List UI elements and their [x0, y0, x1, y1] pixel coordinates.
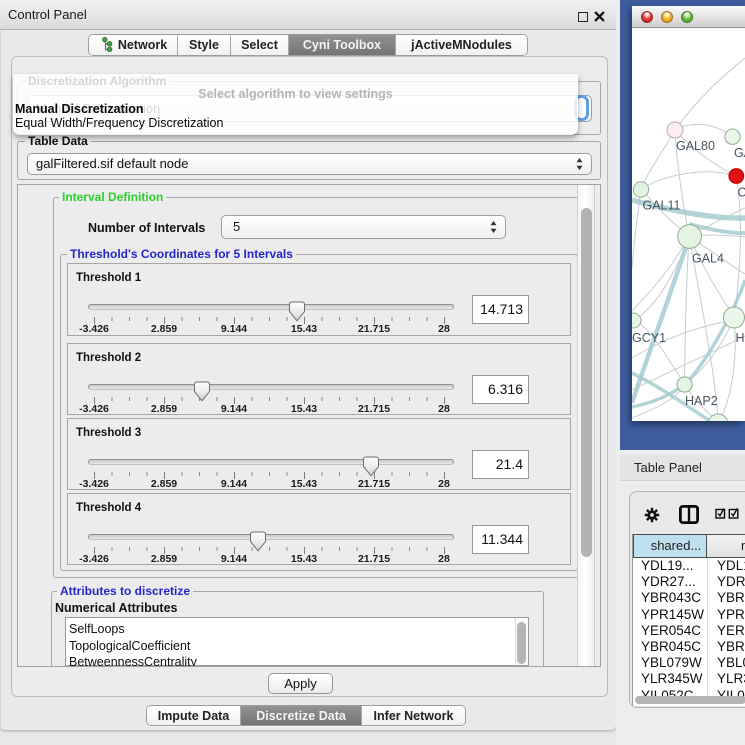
svg-text:GCY1: GCY1 [632, 331, 666, 345]
svg-text:GAL4: GAL4 [692, 252, 724, 266]
svg-text:H: H [736, 331, 745, 345]
svg-text:CY: CY [738, 186, 745, 200]
svg-text:HAP2: HAP2 [685, 394, 718, 408]
svg-text:GA: GA [734, 146, 745, 160]
svg-text:GAL11: GAL11 [643, 199, 681, 213]
svg-text:GAL80: GAL80 [676, 139, 715, 153]
